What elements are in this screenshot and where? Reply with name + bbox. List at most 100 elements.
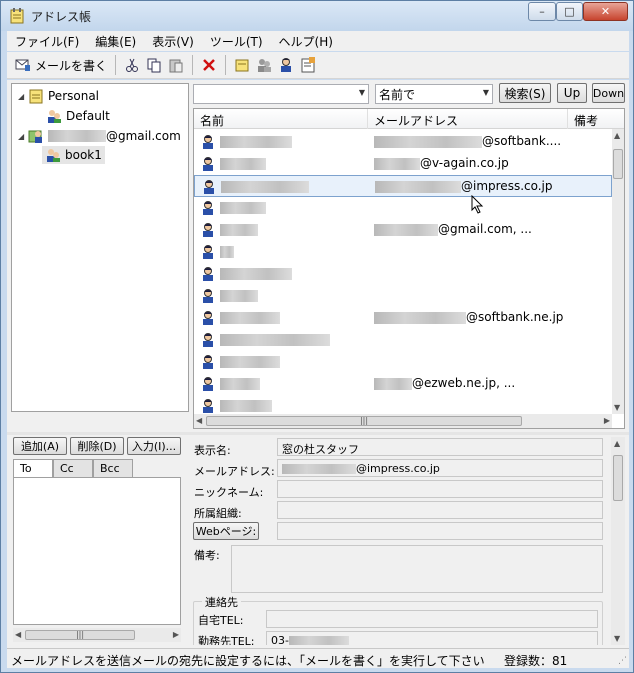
delete-button[interactable]	[198, 54, 220, 76]
scroll-thumb[interactable]: |||	[25, 630, 135, 640]
home-tel-field[interactable]	[266, 610, 598, 628]
expand-triangle-icon[interactable]: ◢	[18, 92, 28, 101]
new-folder-button[interactable]	[231, 54, 253, 76]
column-divider[interactable]	[367, 109, 368, 129]
contact-list[interactable]: 名前 メールアドレス 備考 @softbank.... @v-again.co.j…	[193, 108, 625, 429]
recipient-list[interactable]	[13, 477, 181, 625]
menu-help[interactable]: ヘルプ(H)	[271, 33, 341, 50]
menu-tools[interactable]: ツール(T)	[202, 33, 271, 50]
scroll-down-arrow-icon[interactable]: ▼	[614, 403, 620, 412]
tab-cc[interactable]: Cc	[53, 459, 93, 477]
tab-bcc[interactable]: Bcc	[93, 459, 133, 477]
contact-icon	[203, 333, 213, 347]
table-row[interactable]	[194, 241, 612, 263]
table-row[interactable]: @ezweb.ne.jp, ...	[194, 373, 612, 395]
table-row[interactable]	[194, 329, 612, 351]
down-button[interactable]: Down	[592, 83, 625, 103]
chevron-down-icon[interactable]: ▼	[483, 88, 489, 97]
search-button[interactable]: 検索(S)	[499, 83, 551, 103]
properties-button[interactable]	[297, 54, 319, 76]
input-recipient-button[interactable]: 入力(I)...	[127, 437, 181, 455]
table-row[interactable]	[194, 197, 612, 219]
row-email-text: @softbank.ne.jp	[466, 310, 564, 324]
maximize-button[interactable]: □	[556, 2, 583, 21]
remove-recipient-button[interactable]: 削除(D)	[70, 437, 124, 455]
recipient-horizontal-scrollbar[interactable]: ◀ ||| ▶	[13, 628, 181, 642]
new-contact-button[interactable]	[275, 54, 297, 76]
tree-node-default[interactable]: Default	[46, 107, 110, 125]
search-input[interactable]: ▼	[193, 84, 369, 104]
title-bar[interactable]: アドレス帳 – □ ✕	[1, 1, 633, 31]
redacted-text	[282, 464, 356, 474]
column-email[interactable]: メールアドレス	[374, 112, 458, 129]
scroll-right-arrow-icon[interactable]: ▶	[604, 416, 610, 425]
email-field[interactable]: @impress.co.jp	[277, 459, 603, 477]
work-tel-field[interactable]: 03-	[266, 631, 598, 645]
table-row[interactable]: @v-again.co.jp	[194, 153, 612, 175]
row-email: @softbank....	[374, 134, 561, 148]
tree-node-book1[interactable]: book1	[42, 146, 105, 164]
address-book-icon	[29, 89, 43, 104]
redacted-text	[220, 290, 258, 302]
column-memo[interactable]: 備考	[574, 112, 598, 129]
table-row[interactable]: @gmail.com, ...	[194, 219, 612, 241]
tree-node-personal[interactable]: ◢ Personal	[18, 87, 99, 105]
count-label: 登録数：	[504, 654, 553, 668]
add-recipient-button[interactable]: 追加(A)	[13, 437, 67, 455]
scroll-up-arrow-icon[interactable]: ▲	[614, 131, 620, 140]
scroll-left-arrow-icon[interactable]: ◀	[196, 416, 202, 425]
cut-button[interactable]	[121, 54, 143, 76]
expand-triangle-icon[interactable]: ◢	[18, 132, 28, 141]
menu-file[interactable]: ファイル(F)	[7, 33, 87, 50]
folder-tree[interactable]: ◢ Personal Default ◢ @gmail.com book1	[11, 83, 189, 412]
compose-button[interactable]: メールを書く	[7, 54, 110, 76]
resize-grip-icon[interactable]: ⋰	[618, 656, 627, 666]
table-row[interactable]	[194, 263, 612, 285]
redacted-text	[374, 157, 420, 170]
search-field-select[interactable]: 名前で ▼	[375, 84, 493, 104]
table-row[interactable]: @impress.co.jp	[194, 175, 612, 197]
redacted-text	[220, 356, 280, 368]
tab-to[interactable]: To	[13, 459, 53, 477]
paste-button[interactable]	[165, 54, 187, 76]
chevron-down-icon[interactable]: ▼	[359, 88, 365, 97]
column-divider[interactable]	[567, 109, 568, 129]
tree-node-gmail-account[interactable]: ◢ @gmail.com	[18, 127, 181, 145]
scroll-left-arrow-icon[interactable]: ◀	[15, 630, 21, 639]
web-page-field[interactable]	[277, 522, 603, 540]
display-name-field[interactable]: 窓の杜スタッフ	[277, 438, 603, 456]
minimize-button[interactable]: –	[528, 2, 556, 21]
organization-field[interactable]	[277, 501, 603, 519]
memo-field[interactable]	[231, 545, 603, 593]
up-button[interactable]: Up	[557, 83, 587, 103]
scroll-down-arrow-icon[interactable]: ▼	[614, 634, 620, 643]
scroll-right-arrow-icon[interactable]: ▶	[173, 630, 179, 639]
column-name[interactable]: 名前	[200, 112, 224, 129]
nickname-field[interactable]	[277, 480, 603, 498]
contact-icon	[203, 157, 213, 171]
table-row[interactable]	[194, 351, 612, 373]
table-row[interactable]: @softbank....	[194, 131, 612, 153]
web-page-button[interactable]: Webページ:	[193, 522, 259, 540]
table-row[interactable]: @softbank.ne.jp	[194, 307, 612, 329]
copy-button[interactable]	[143, 54, 165, 76]
table-row[interactable]	[194, 285, 612, 307]
menu-view[interactable]: 表示(V)	[144, 33, 202, 50]
menu-edit[interactable]: 編集(E)	[87, 33, 144, 50]
pane-splitter[interactable]	[7, 432, 629, 435]
detail-vertical-scrollbar[interactable]: ▲ ▼	[611, 437, 625, 645]
scroll-up-arrow-icon[interactable]: ▲	[614, 439, 620, 448]
toolbar-separator	[225, 55, 227, 75]
redacted-text	[220, 246, 234, 258]
list-horizontal-scrollbar[interactable]: ◀ ||| ▶	[194, 414, 612, 428]
scroll-thumb[interactable]: |||	[206, 416, 522, 426]
redacted-text	[220, 334, 330, 346]
scroll-thumb[interactable]	[613, 455, 623, 501]
new-group-button[interactable]	[253, 54, 275, 76]
contact-icon	[203, 223, 213, 237]
scroll-thumb[interactable]	[613, 149, 623, 179]
list-vertical-scrollbar[interactable]: ▲ ▼	[612, 129, 624, 414]
work-tel-label: 勤務先TEL:	[198, 635, 255, 645]
close-button[interactable]: ✕	[583, 2, 628, 21]
contact-icon	[203, 267, 213, 281]
